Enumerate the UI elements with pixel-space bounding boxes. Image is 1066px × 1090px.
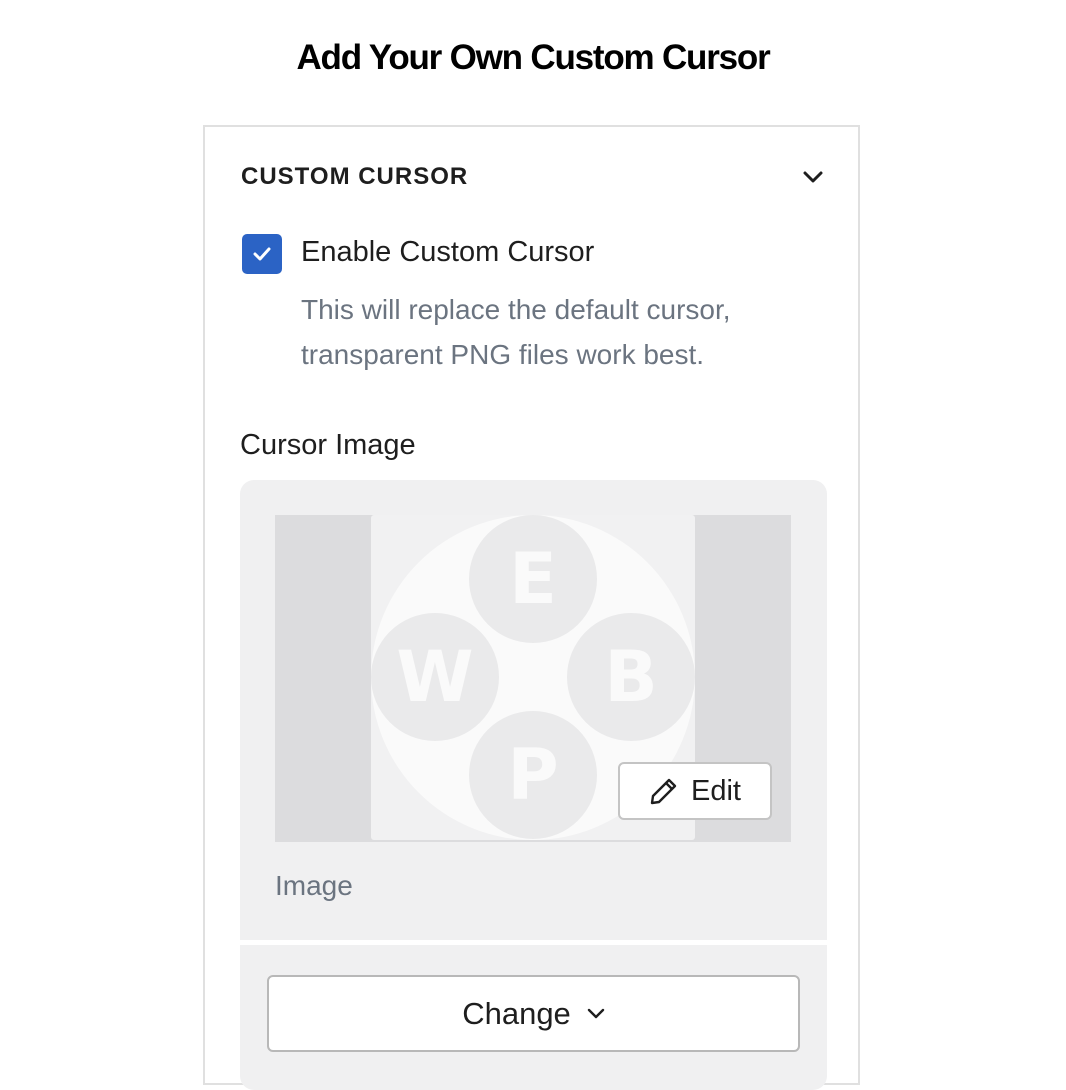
section-title: CUSTOM CURSOR bbox=[241, 163, 469, 190]
logo-letter-bottom: P bbox=[469, 711, 597, 839]
edit-image-button[interactable]: Edit bbox=[618, 762, 772, 820]
collapse-toggle-button[interactable] bbox=[799, 163, 827, 191]
image-caption: Image bbox=[275, 870, 353, 901]
page-title: Add Your Own Custom Cursor bbox=[296, 38, 770, 77]
divider bbox=[240, 940, 827, 945]
enable-custom-cursor-label[interactable]: Enable Custom Cursor bbox=[301, 236, 594, 269]
change-image-button[interactable]: Change bbox=[267, 975, 800, 1052]
cursor-image-card: E W B P Edit Image Change bbox=[240, 480, 827, 1090]
checkmark-icon bbox=[253, 247, 271, 261]
logo-letter-left: W bbox=[371, 613, 499, 741]
enable-custom-cursor-checkbox[interactable] bbox=[242, 234, 282, 274]
logo-letter-right: B bbox=[567, 613, 695, 741]
logo-letter-top: E bbox=[469, 515, 597, 643]
cursor-image-label: Cursor Image bbox=[240, 429, 416, 461]
edit-button-label: Edit bbox=[691, 774, 741, 807]
chevron-down-icon bbox=[803, 171, 823, 183]
help-text: This will replace the default cursor, tr… bbox=[301, 294, 731, 370]
chevron-down-icon bbox=[587, 1008, 604, 1018]
image-preview[interactable]: E W B P Edit bbox=[275, 515, 791, 842]
change-button-label: Change bbox=[462, 995, 571, 1031]
pencil-icon bbox=[650, 778, 677, 805]
custom-cursor-panel: CUSTOM CURSOR Enable Custom Cursor This … bbox=[203, 125, 860, 1090]
